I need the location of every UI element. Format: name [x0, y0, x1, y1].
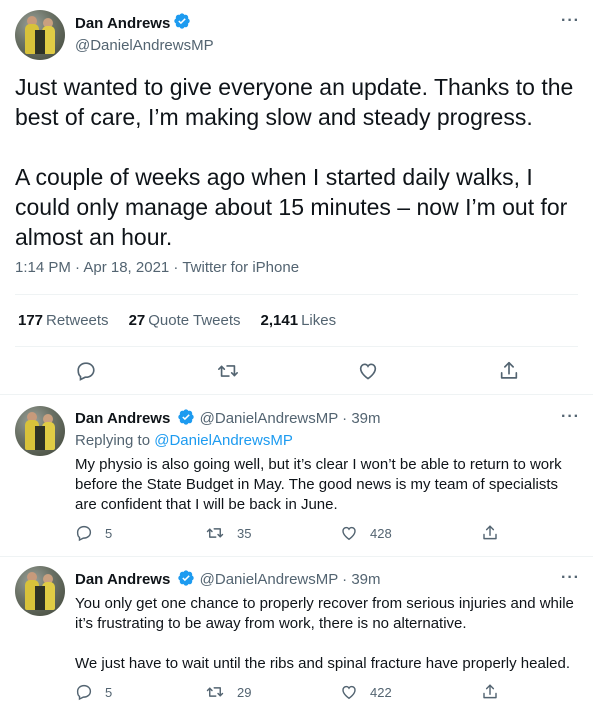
reply-icon — [76, 684, 92, 701]
tweet-paragraph: A couple of weeks ago when I started dai… — [15, 164, 568, 250]
reply-button[interactable] — [71, 356, 101, 386]
reply-paragraph: You only get one chance to properly reco… — [75, 595, 574, 632]
share-button[interactable] — [481, 524, 499, 542]
reply-text: My physio is also going well, but it’s c… — [75, 455, 580, 515]
replying-to-link[interactable]: @DanielAndrewsMP — [154, 432, 293, 449]
author-info: Dan Andrews @DanielAndrewsMP — [75, 12, 214, 54]
reply-paragraph: We just have to wait until the ribs and … — [75, 655, 570, 672]
tweet-paragraph: Just wanted to give everyone an update. … — [15, 74, 574, 130]
likes-stat[interactable]: 2,141 Likes — [261, 312, 337, 329]
retweet-icon — [206, 528, 224, 538]
divider — [0, 394, 593, 395]
divider — [15, 346, 578, 347]
heart-icon — [342, 526, 356, 541]
like-button[interactable] — [353, 356, 383, 386]
divider — [15, 294, 578, 295]
reply-icon — [76, 525, 92, 542]
reply-icon — [77, 362, 95, 381]
author-name[interactable]: Dan Andrews — [75, 410, 170, 427]
more-options-icon[interactable]: ··· — [561, 408, 580, 426]
share-icon — [500, 361, 518, 379]
tweet-timestamp[interactable]: 1:14 PM · Apr 18, 2021 · Twitter for iPh… — [15, 259, 299, 276]
avatar[interactable] — [15, 10, 65, 60]
reply-count: 5 — [105, 525, 113, 541]
like-count: 422 — [370, 684, 392, 700]
engagement-stats: 177 Retweets 27 Quote Tweets 2,141 Likes — [18, 312, 336, 329]
avatar[interactable] — [15, 566, 65, 616]
replying-to: Replying to @DanielAndrewsMP — [75, 432, 293, 449]
reply-time[interactable]: · 39m — [342, 571, 380, 588]
heart-icon — [342, 685, 356, 700]
like-button[interactable]: 422 — [340, 683, 392, 701]
verified-badge-icon — [177, 569, 195, 591]
author-handle[interactable]: @DanielAndrewsMP — [200, 410, 338, 427]
reply-header: Dan Andrews @DanielAndrewsMP · 39m — [75, 408, 381, 430]
avatar[interactable] — [15, 406, 65, 456]
reply-button[interactable]: 5 — [75, 524, 112, 542]
retweets-stat[interactable]: 177 Retweets — [18, 312, 109, 329]
share-icon — [483, 525, 497, 540]
retweet-count: 29 — [237, 684, 252, 700]
retweet-icon — [206, 687, 224, 697]
divider — [0, 556, 593, 557]
retweet-button[interactable]: 35 — [205, 524, 251, 542]
like-button[interactable]: 428 — [340, 524, 392, 542]
reply-header: Dan Andrews @DanielAndrewsMP · 39m — [75, 569, 381, 591]
reply-text: You only get one chance to properly reco… — [75, 594, 580, 674]
more-options-icon[interactable]: ··· — [561, 569, 580, 587]
reply-actions: 5 35 428 — [0, 524, 593, 546]
share-button[interactable] — [481, 683, 499, 701]
more-options-icon[interactable]: ··· — [561, 12, 580, 30]
verified-badge-icon — [173, 12, 191, 35]
reply-count: 5 — [105, 684, 113, 700]
share-button[interactable] — [494, 356, 524, 386]
verified-badge-icon — [177, 408, 195, 430]
quote-tweets-stat[interactable]: 27 Quote Tweets — [129, 312, 241, 329]
author-name[interactable]: Dan Andrews — [75, 15, 170, 32]
author-handle[interactable]: @DanielAndrewsMP — [200, 571, 338, 588]
retweet-icon — [218, 365, 238, 377]
tweet-text: Just wanted to give everyone an update. … — [15, 72, 580, 252]
reply-time[interactable]: · 39m — [342, 410, 380, 427]
retweet-count: 35 — [237, 525, 252, 541]
author-handle[interactable]: @DanielAndrewsMP — [75, 37, 214, 54]
heart-icon — [359, 363, 377, 380]
reply-paragraph: My physio is also going well, but it’s c… — [75, 456, 562, 513]
tweet-actions — [0, 356, 593, 386]
retweet-button[interactable] — [213, 356, 243, 386]
reply-button[interactable]: 5 — [75, 683, 112, 701]
author-name[interactable]: Dan Andrews — [75, 571, 170, 588]
share-icon — [483, 684, 497, 699]
reply-actions: 5 29 422 — [0, 683, 593, 705]
like-count: 428 — [370, 525, 392, 541]
retweet-button[interactable]: 29 — [205, 683, 251, 701]
